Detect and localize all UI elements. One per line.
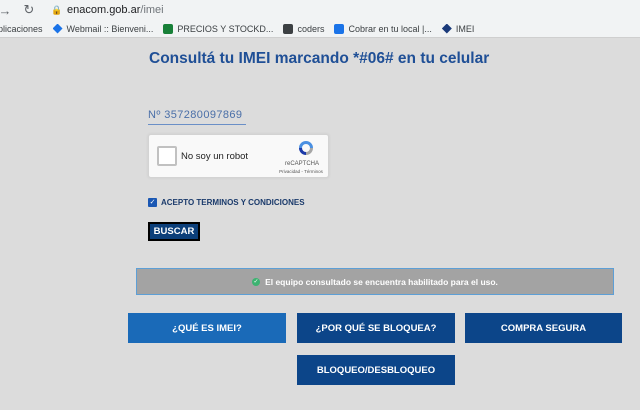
coders-icon xyxy=(283,23,294,34)
bookmark-apps[interactable]: plicaciones xyxy=(0,24,43,34)
mercadopago-icon xyxy=(334,23,345,34)
enacom-icon xyxy=(441,23,452,34)
recaptcha-links[interactable]: Privacidad - Términos xyxy=(273,169,329,174)
recaptcha-checkbox[interactable] xyxy=(157,146,177,166)
lock-icon: 🔒 xyxy=(51,4,63,15)
url-host: enacom.gob.ar xyxy=(67,4,141,16)
what-is-imei-button[interactable]: ¿QUÉ ES IMEI? xyxy=(128,313,286,343)
terms-checkbox[interactable]: ✓ xyxy=(148,198,157,207)
sheets-icon xyxy=(163,23,174,34)
recaptcha-brand: reCAPTCHA xyxy=(284,161,319,167)
result-banner: ✓ El equipo consultado se encuentra habi… xyxy=(136,268,614,295)
address-bar: → ↻ 🔒 enacom.gob.ar/imei xyxy=(0,0,640,20)
why-blocked-button[interactable]: ¿POR QUÉ SE BLOQUEA? xyxy=(297,313,455,343)
bookmark-coders[interactable]: coders xyxy=(283,23,325,34)
terms-label: ACEPTO TERMINOS Y CONDICIONES xyxy=(161,198,305,207)
bookmark-cobrar[interactable]: Cobrar en tu local |... xyxy=(334,23,432,34)
bookmark-label: coders xyxy=(297,23,325,34)
block-unblock-button[interactable]: BLOQUEO/DESBLOQUEO xyxy=(297,355,455,385)
safe-purchase-button[interactable]: COMPRA SEGURA xyxy=(465,313,622,343)
bookmark-label: Webmail :: Bienveni... xyxy=(66,23,154,34)
check-circle-icon: ✓ xyxy=(252,277,261,286)
bookmark-imei[interactable]: IMEI xyxy=(441,23,475,34)
bookmarks-bar: plicaciones Webmail :: Bienveni... PRECI… xyxy=(0,20,640,38)
back-arrow-icon[interactable]: → xyxy=(0,2,13,18)
webmail-icon xyxy=(52,23,63,34)
search-button[interactable]: BUSCAR xyxy=(148,222,200,241)
recaptcha-logo-icon xyxy=(299,141,313,155)
terms-checkbox-row[interactable]: ✓ ACEPTO TERMINOS Y CONDICIONES xyxy=(148,198,305,207)
bookmark-label: Cobrar en tu local |... xyxy=(348,23,432,34)
recaptcha-label: No soy un robot xyxy=(181,151,249,162)
bookmark-label: PRECIOS Y STOCKD... xyxy=(177,23,274,34)
page-title: Consultá tu IMEI marcando *#06# en tu ce… xyxy=(149,50,490,67)
bookmark-precios[interactable]: PRECIOS Y STOCKD... xyxy=(163,23,274,34)
bookmark-label: IMEI xyxy=(455,23,475,34)
recaptcha-widget: No soy un robot reCAPTCHA Privacidad - T… xyxy=(148,134,329,178)
bookmark-webmail[interactable]: Webmail :: Bienveni... xyxy=(52,23,154,34)
result-message: El equipo consultado se encuentra habili… xyxy=(265,276,498,287)
bookmark-label: plicaciones xyxy=(0,23,43,34)
url-field[interactable]: 🔒 enacom.gob.ar/imei xyxy=(51,4,164,16)
url-path: /imei xyxy=(140,4,164,16)
reload-icon[interactable]: ↻ xyxy=(21,2,37,18)
imei-input[interactable]: Nº 357280097869 xyxy=(148,109,246,125)
